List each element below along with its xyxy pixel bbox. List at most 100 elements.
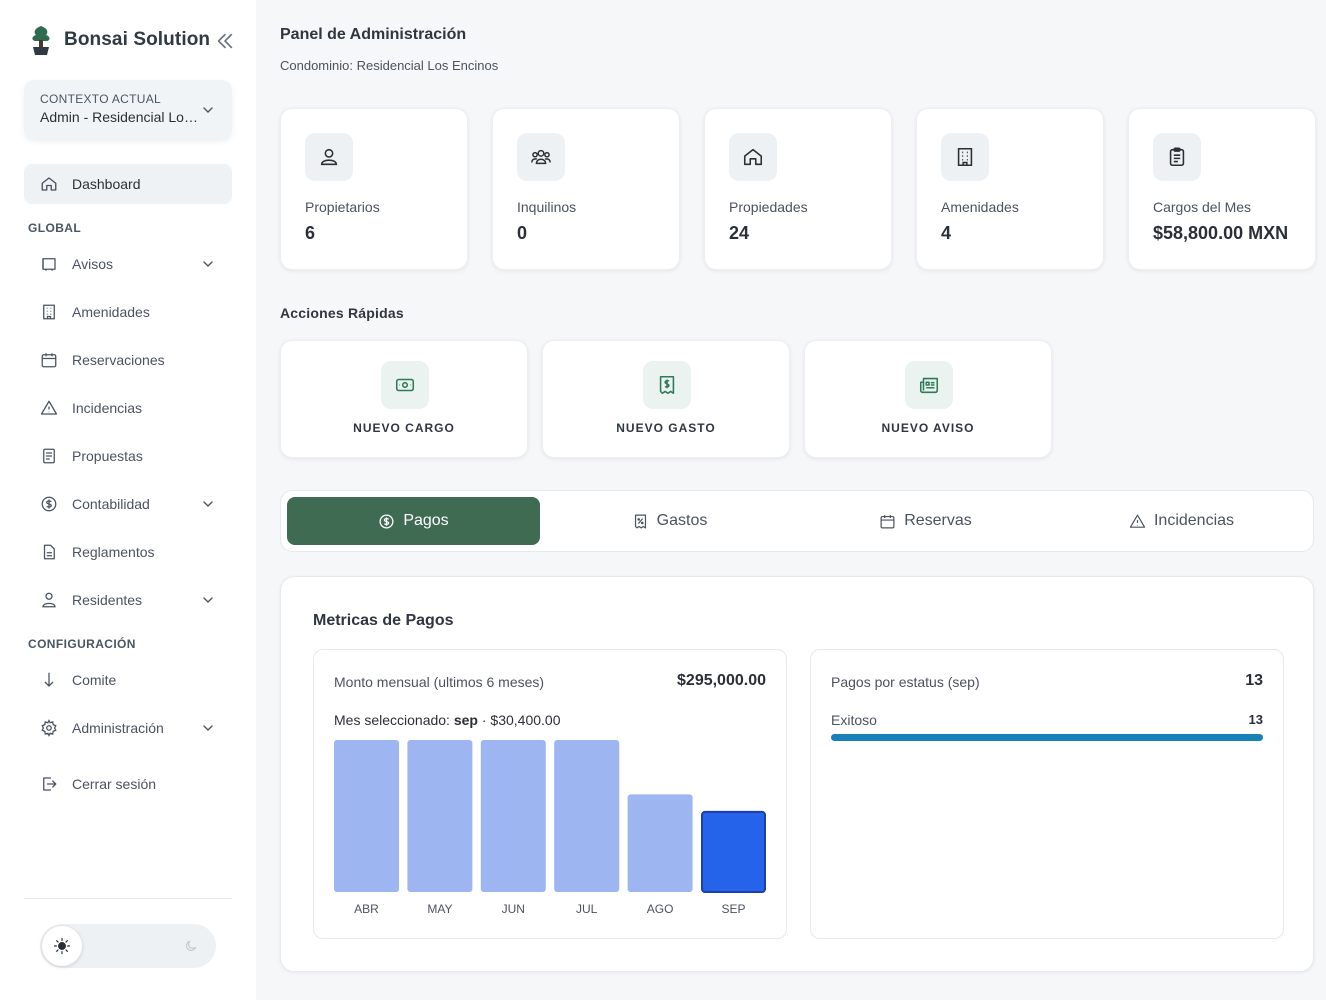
tab-label: Incidencias	[1153, 512, 1235, 529]
stat-icon-box	[305, 133, 353, 181]
theme-toggle-knob	[42, 926, 82, 966]
moon-icon	[186, 940, 197, 951]
newspaper-icon	[919, 377, 939, 394]
status-progress-fill	[831, 734, 1263, 741]
sidebar-item-administracion[interactable]: Administración	[24, 708, 232, 748]
calendar-icon	[880, 514, 895, 528]
tab-label: Pagos	[403, 512, 449, 529]
sidebar-item-label: Avisos	[72, 256, 113, 272]
quick-action-label: NUEVO AVISO	[881, 421, 975, 435]
sidebar: Bonsai Solution CONTEXTO ACTUAL Admin - …	[0, 0, 256, 1000]
sidebar-item-avisos[interactable]: Avisos	[24, 244, 232, 284]
tab-reservas[interactable]: Reservas	[799, 497, 1052, 545]
status-label: Exitoso	[831, 712, 877, 728]
bar-jun[interactable]	[480, 740, 546, 892]
monthly-amount-total: $295,000.00	[677, 672, 766, 689]
selected-month-prefix: Mes seleccionado:	[334, 712, 450, 728]
new-expense-button[interactable]: NUEVO GASTO	[542, 340, 790, 458]
logout-button[interactable]: Cerrar sesión	[24, 764, 232, 804]
warning-icon	[40, 400, 58, 415]
calendar-icon	[41, 353, 57, 368]
chevron-down-icon	[203, 597, 213, 603]
stat-value: 24	[729, 223, 750, 243]
collapse-sidebar-icon[interactable]	[214, 30, 236, 52]
file-text-icon	[43, 544, 55, 560]
stat-icon-box	[941, 133, 989, 181]
bar-sep[interactable]	[701, 810, 766, 893]
users-icon	[42, 592, 56, 608]
selected-month-amount: · $30,400.00	[481, 712, 561, 728]
cash-icon	[395, 378, 415, 392]
stat-label: Amenidades	[941, 199, 1019, 215]
sidebar-item-dashboard[interactable]: Dashboard	[24, 164, 232, 204]
quick-action-label: NUEVO GASTO	[616, 421, 716, 435]
receipt-percent-icon	[634, 514, 646, 528]
sidebar-item-label: Cerrar sesión	[72, 776, 157, 792]
user-icon	[320, 148, 338, 166]
chevron-down-icon	[203, 501, 213, 507]
newspaper-icon	[42, 258, 56, 271]
brand[interactable]: Bonsai Solution	[28, 24, 210, 56]
status-total: 13	[1245, 672, 1263, 689]
warning-icon	[1129, 514, 1146, 528]
stat-value: $58,800.00 MXN	[1153, 223, 1289, 243]
logout-icon	[43, 777, 57, 791]
sidebar-item-amenidades[interactable]: Amenidades	[24, 292, 232, 332]
sidebar-item-propuestas[interactable]: Propuestas	[24, 436, 232, 476]
context-label: CONTEXTO ACTUAL	[40, 92, 161, 106]
sidebar-item-comite[interactable]: Comite	[24, 660, 232, 700]
bar-may[interactable]	[407, 740, 473, 892]
metrics-tabs: Pagos Gastos Reservas Incidencias	[280, 490, 1314, 552]
stat-value: 0	[517, 223, 528, 243]
sidebar-item-reservaciones[interactable]: Reservaciones	[24, 340, 232, 380]
new-notice-button[interactable]: NUEVO AVISO	[804, 340, 1052, 458]
section-configuracion: CONFIGURACIÓN	[28, 637, 136, 651]
bar-ago[interactable]	[627, 794, 693, 892]
theme-toggle[interactable]	[40, 924, 216, 968]
sidebar-item-label: Dashboard	[72, 176, 141, 192]
tab-label: Reservas	[904, 512, 972, 529]
x-tick-label: JUL	[576, 902, 598, 916]
bar-abr[interactable]	[334, 740, 399, 892]
stat-card-amenidades: Amenidades 4	[916, 108, 1104, 270]
quick-action-icon-box	[643, 361, 691, 409]
x-tick-label: SEP	[721, 902, 745, 916]
sidebar-item-residentes[interactable]: Residentes	[24, 580, 232, 620]
stat-icon-box	[517, 133, 565, 181]
x-tick-label: ABR	[354, 902, 379, 916]
page-subtitle: Condominio: Residencial Los Encinos	[280, 58, 499, 73]
sidebar-item-incidencias[interactable]: Incidencias	[24, 388, 232, 428]
quick-actions-title: Acciones Rápidas	[280, 305, 404, 321]
stat-label: Cargos del Mes	[1153, 199, 1252, 215]
sidebar-item-label: Reservaciones	[72, 352, 165, 368]
stat-card-propietarios: Propietarios 6	[280, 108, 468, 270]
home-icon	[743, 148, 763, 166]
sidebar-item-label: Propuestas	[72, 448, 143, 464]
sidebar-item-label: Amenidades	[72, 304, 150, 320]
home-icon	[41, 177, 57, 191]
stat-value: 4	[941, 223, 952, 243]
tab-gastos[interactable]: Gastos	[543, 497, 796, 545]
tab-pagos[interactable]: Pagos	[287, 497, 540, 545]
chevron-down-icon	[203, 261, 213, 267]
stat-card-cargos-del-mes: Cargos del Mes $58,800.00 MXN	[1128, 108, 1316, 270]
tab-incidencias[interactable]: Incidencias	[1055, 497, 1308, 545]
stat-label: Propiedades	[729, 199, 808, 215]
dollar-circle-icon	[379, 513, 394, 529]
x-tick-label: JUN	[502, 902, 525, 916]
sidebar-item-label: Comite	[72, 672, 117, 688]
tab-label: Gastos	[656, 512, 708, 529]
context-selector[interactable]: CONTEXTO ACTUAL Admin - Residencial Los …	[24, 80, 232, 140]
sidebar-item-contabilidad[interactable]: Contabilidad	[24, 484, 232, 524]
arrow-down-icon	[44, 672, 54, 687]
bar-jul[interactable]	[554, 740, 620, 892]
stat-card-inquilinos: Inquilinos 0	[492, 108, 680, 270]
stat-value: 6	[305, 223, 316, 243]
quick-action-label: NUEVO CARGO	[353, 421, 455, 435]
receipt-icon	[659, 375, 675, 395]
sidebar-item-reglamentos[interactable]: Reglamentos	[24, 532, 232, 572]
selected-month-info: Mes seleccionado: sep · $30,400.00	[334, 712, 560, 728]
quick-action-icon-box	[381, 361, 429, 409]
new-charge-button[interactable]: NUEVO CARGO	[280, 340, 528, 458]
bonsai-logo-icon	[32, 26, 50, 55]
